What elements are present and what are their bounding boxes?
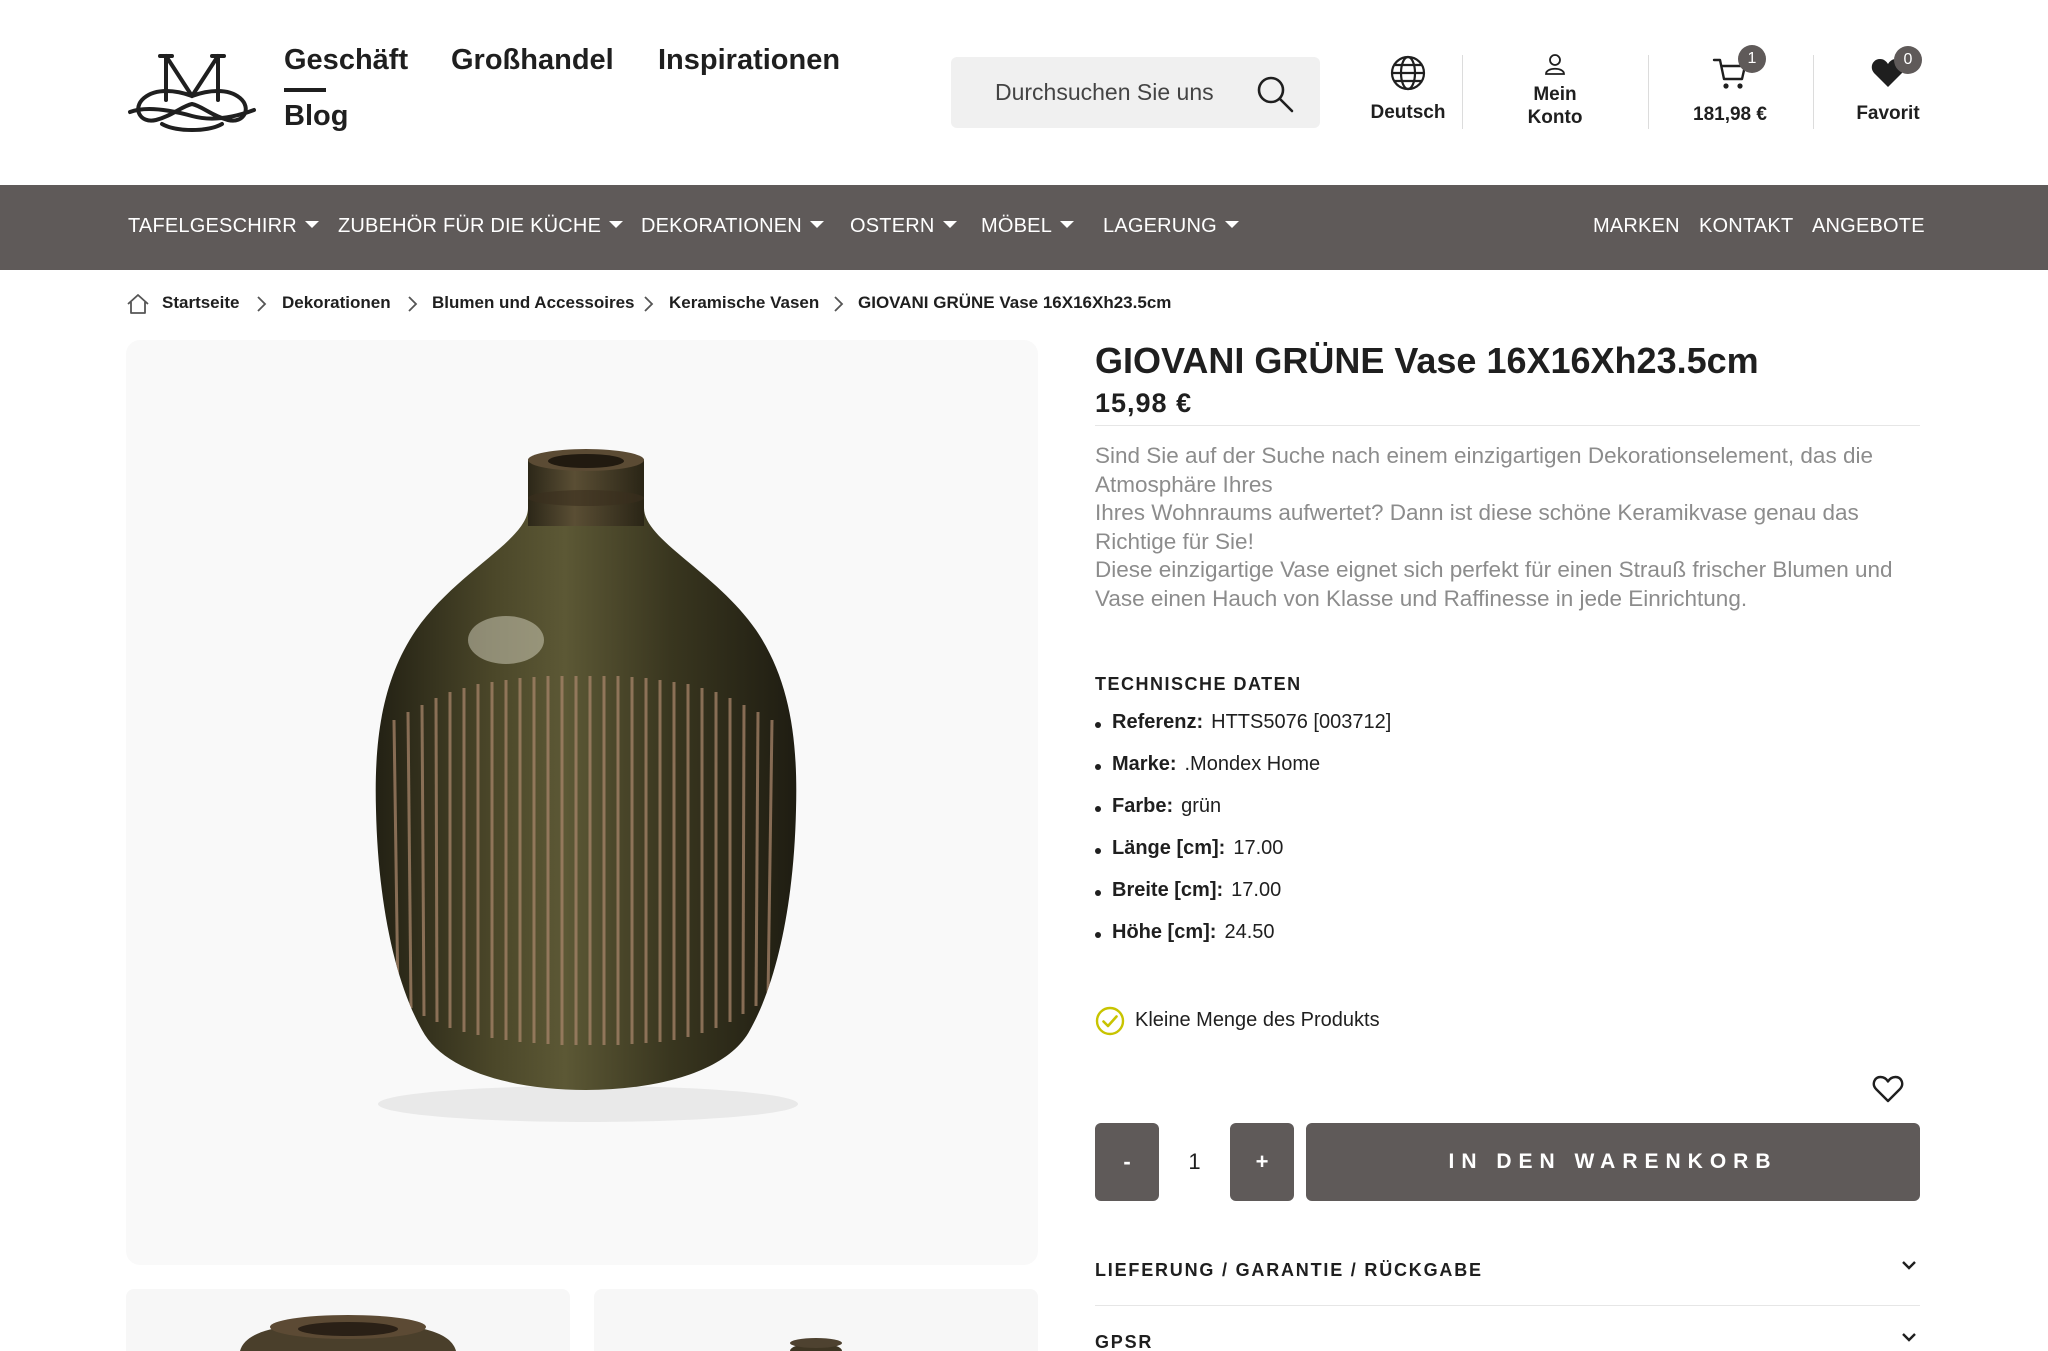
stock-status-text: Kleine Menge des Produkts (1135, 1009, 1380, 1031)
language-selector[interactable]: Deutsch (1358, 55, 1458, 124)
chevron-right-icon (408, 296, 418, 312)
add-to-wishlist-heart-icon[interactable] (1872, 1074, 1904, 1104)
language-label: Deutsch (1370, 102, 1446, 123)
category-storage[interactable]: LAGERUNG (1103, 215, 1239, 238)
description-paragraph: Sind Sie auf der Suche nach einem einzig… (1095, 443, 1873, 497)
category-decorations[interactable]: DEKORATIONEN (641, 215, 824, 238)
category-furniture[interactable]: MÖBEL (981, 215, 1075, 238)
quantity-decrease-button[interactable]: - (1095, 1123, 1159, 1201)
cart-link[interactable]: 181,98 € 1 (1680, 45, 1780, 126)
chevron-down-icon (1902, 1333, 1916, 1342)
nav-wholesale[interactable]: Großhandel (451, 44, 614, 77)
product-price: 15,98 € (1095, 388, 1193, 418)
chevron-right-icon (834, 296, 844, 312)
link-contact[interactable]: KONTAKT (1699, 215, 1793, 238)
spec-brand: Marke: .Mondex Home (1095, 753, 1391, 795)
chevron-right-icon (257, 296, 267, 312)
vase-thumbnail-image (790, 1338, 842, 1351)
chevron-down-icon (1902, 1261, 1916, 1270)
cart-count-badge: 1 (1738, 45, 1766, 73)
quantity-increase-button[interactable]: + (1230, 1123, 1294, 1201)
add-to-cart-button[interactable]: IN DEN WARENKORB (1306, 1123, 1920, 1201)
accordion-label: GPSR (1095, 1332, 1154, 1351)
description-paragraph: Diese einzigartige Vase eignet sich perf… (1095, 557, 1893, 583)
technical-data-list: Referenz: HTTS5076 [003712] Marke: .Mondex… (1095, 711, 1391, 963)
account-link[interactable]: Mein Konto (1505, 53, 1605, 129)
nav-inspirations[interactable]: Inspirationen (658, 44, 840, 77)
site-header: Geschäft Großhandel Inspirationen Blog D… (0, 0, 2048, 185)
breadcrumb-current: GIOVANI GRÜNE Vase 16X16Xh23.5cm (858, 293, 1172, 312)
caret-down-icon (304, 221, 319, 229)
favorites-link[interactable]: Favorit 0 (1838, 46, 1938, 125)
quantity-input[interactable] (1159, 1123, 1230, 1201)
description-paragraph: Ihres Wohnraums aufwertet? Dann ist dies… (1095, 500, 1859, 554)
product-thumbnail-1[interactable] (126, 1289, 570, 1351)
user-icon (1545, 54, 1565, 75)
breadcrumb-ceramic-vases[interactable]: Keramische Vasen (669, 293, 819, 313)
accordion-delivery-warranty-returns[interactable]: LIEFERUNG / GARANTIE / RÜCKGABE (1095, 1234, 1920, 1306)
breadcrumb-decorations[interactable]: Dekorationen (282, 293, 391, 313)
spec-color: Farbe: grün (1095, 795, 1391, 837)
home-icon[interactable] (126, 293, 150, 315)
category-kitchen-accessories[interactable]: ZUBEHÖR FÜR DIE KÜCHE (338, 215, 624, 238)
nav-active-indicator (284, 88, 326, 92)
header-separator (1648, 55, 1649, 129)
account-label-line1: Mein (1533, 84, 1577, 105)
search-box (951, 57, 1320, 128)
link-brands[interactable]: MARKEN (1593, 215, 1680, 238)
chevron-right-icon (644, 296, 654, 312)
caret-down-icon (609, 221, 624, 229)
nav-blog[interactable]: Blog (284, 100, 348, 133)
divider (1095, 425, 1920, 426)
product-main-image[interactable] (126, 340, 1038, 1265)
category-easter[interactable]: OSTERN (850, 215, 957, 238)
spec-reference: Referenz: HTTS5076 [003712] (1095, 711, 1391, 753)
category-tableware[interactable]: TAFELGESCHIRR (128, 215, 319, 238)
product-title: GIOVANI GRÜNE Vase 16X16Xh23.5cm (1095, 340, 1759, 381)
brand-logo[interactable] (126, 50, 258, 134)
favorites-count-badge: 0 (1894, 46, 1922, 74)
accordion-gpsr[interactable]: GPSR (1095, 1306, 1920, 1351)
breadcrumb-flowers-accessories[interactable]: Blumen und Accessoires (432, 293, 635, 313)
account-label-line2: Konto (1527, 107, 1583, 128)
spec-height: Höhe [cm]: 24.50 (1095, 921, 1391, 963)
favorites-label: Favorit (1856, 103, 1920, 124)
technical-data-heading: TECHNISCHE DATEN (1095, 674, 1302, 694)
header-separator (1813, 55, 1814, 129)
nav-shop[interactable]: Geschäft (284, 44, 408, 77)
product-thumbnail-2[interactable] (594, 1289, 1038, 1351)
spec-width: Breite [cm]: 17.00 (1095, 879, 1391, 921)
globe-icon (1390, 55, 1426, 91)
product-description: Sind Sie auf der Suche nach einem einzig… (1095, 442, 1920, 614)
search-icon[interactable] (1256, 75, 1294, 113)
check-circle-icon (1095, 1006, 1125, 1036)
caret-down-icon (809, 221, 824, 229)
spec-length: Länge [cm]: 17.00 (1095, 837, 1391, 879)
breadcrumb-home[interactable]: Startseite (162, 293, 239, 313)
vase-image (375, 449, 798, 1122)
search-input[interactable] (951, 57, 1251, 128)
description-paragraph: Vase einen Hauch von Klasse und Raffines… (1095, 585, 1748, 611)
header-separator (1462, 55, 1463, 129)
category-bar: TAFELGESCHIRR ZUBEHÖR FÜR DIE KÜCHE DEKO… (0, 185, 2048, 270)
caret-down-icon (1224, 221, 1239, 229)
caret-down-icon (942, 221, 957, 229)
link-offers[interactable]: ANGEBOTE (1812, 215, 1925, 238)
accordion-label: LIEFERUNG / GARANTIE / RÜCKGABE (1095, 1260, 1483, 1280)
cart-total: 181,98 € (1693, 104, 1767, 125)
vase-thumbnail-image (240, 1315, 456, 1351)
caret-down-icon (1060, 221, 1075, 229)
